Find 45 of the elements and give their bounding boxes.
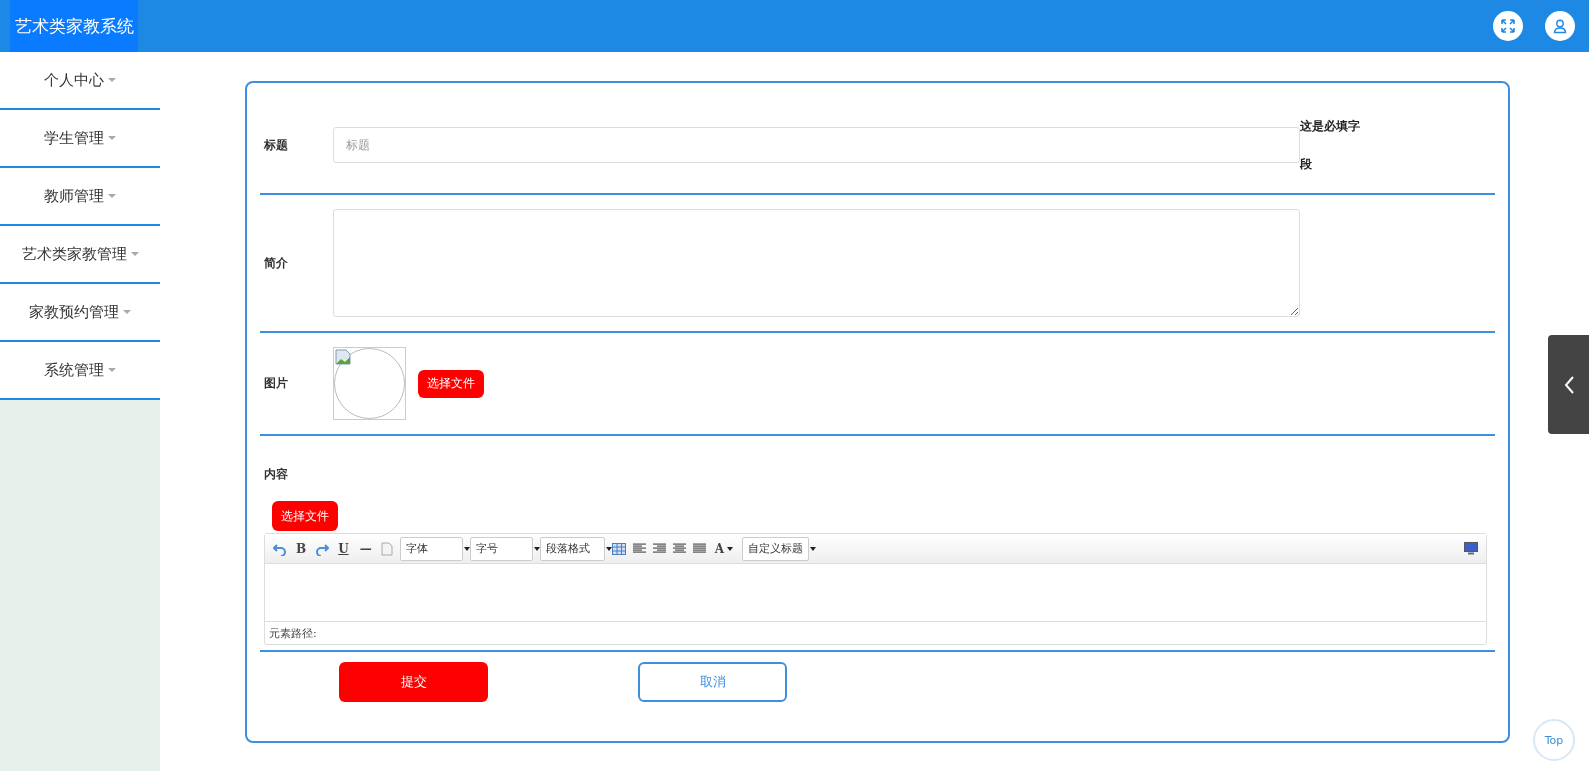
underline-button[interactable]: U — [336, 541, 351, 556]
horizontal-rule-button[interactable]: — — [357, 541, 374, 556]
caret-icon — [108, 78, 116, 82]
cancel-button[interactable]: 取消 — [638, 662, 787, 702]
field-label: 标题 — [263, 136, 289, 154]
title-input[interactable]: 标题 — [333, 127, 1300, 163]
sidebar-item[interactable]: 学生管理 — [0, 110, 160, 168]
chevron-left-icon — [1562, 374, 1575, 395]
sidebar-item[interactable]: 艺术类家教管理 — [0, 226, 160, 284]
field-label: 内容 — [263, 466, 289, 483]
side-panel-toggle[interactable] — [1548, 335, 1589, 434]
sidebar-item[interactable]: 系统管理 — [0, 342, 160, 400]
caret-icon — [123, 310, 131, 314]
undo-icon[interactable] — [273, 541, 287, 556]
caret-icon — [130, 252, 139, 256]
monitor-icon[interactable] — [1464, 542, 1478, 555]
bold-button[interactable]: B — [294, 541, 309, 556]
fullscreen-icon[interactable] — [1493, 11, 1523, 41]
align-icon[interactable] — [632, 543, 646, 554]
sidebar-item[interactable]: 教师管理 — [0, 168, 160, 226]
broken-image-icon — [335, 349, 351, 365]
align-icon[interactable] — [692, 543, 706, 554]
sidebar-item[interactable]: 家教预约管理 — [0, 284, 160, 342]
font-color-button[interactable]: A — [712, 541, 735, 556]
submit-button[interactable]: 提交 — [339, 662, 488, 702]
redo-icon[interactable] — [315, 541, 330, 556]
element-path: 元素路径: — [265, 621, 1486, 644]
sidebar-item[interactable]: 个人中心 — [0, 52, 160, 110]
required-note: 这是必填字段 — [1300, 118, 1361, 173]
align-icon[interactable] — [672, 543, 686, 554]
field-label: 图片 — [263, 375, 289, 392]
table-icon[interactable] — [611, 542, 626, 555]
caret-icon — [108, 194, 116, 198]
page-icon[interactable] — [380, 541, 393, 556]
back-to-top-button[interactable]: Top — [1533, 719, 1575, 761]
user-icon[interactable] — [1545, 11, 1575, 41]
caret-icon — [108, 368, 116, 372]
caret-icon — [726, 546, 733, 551]
caret-icon — [108, 136, 116, 140]
upload-button[interactable]: 选择文件 — [418, 369, 484, 398]
field-label: 简介 — [263, 254, 289, 272]
align-icon[interactable] — [652, 543, 666, 554]
app-title: 艺术类家教系统 — [10, 0, 138, 52]
upload-button[interactable]: 选择文件 — [272, 501, 338, 531]
caret-icon — [809, 546, 816, 551]
